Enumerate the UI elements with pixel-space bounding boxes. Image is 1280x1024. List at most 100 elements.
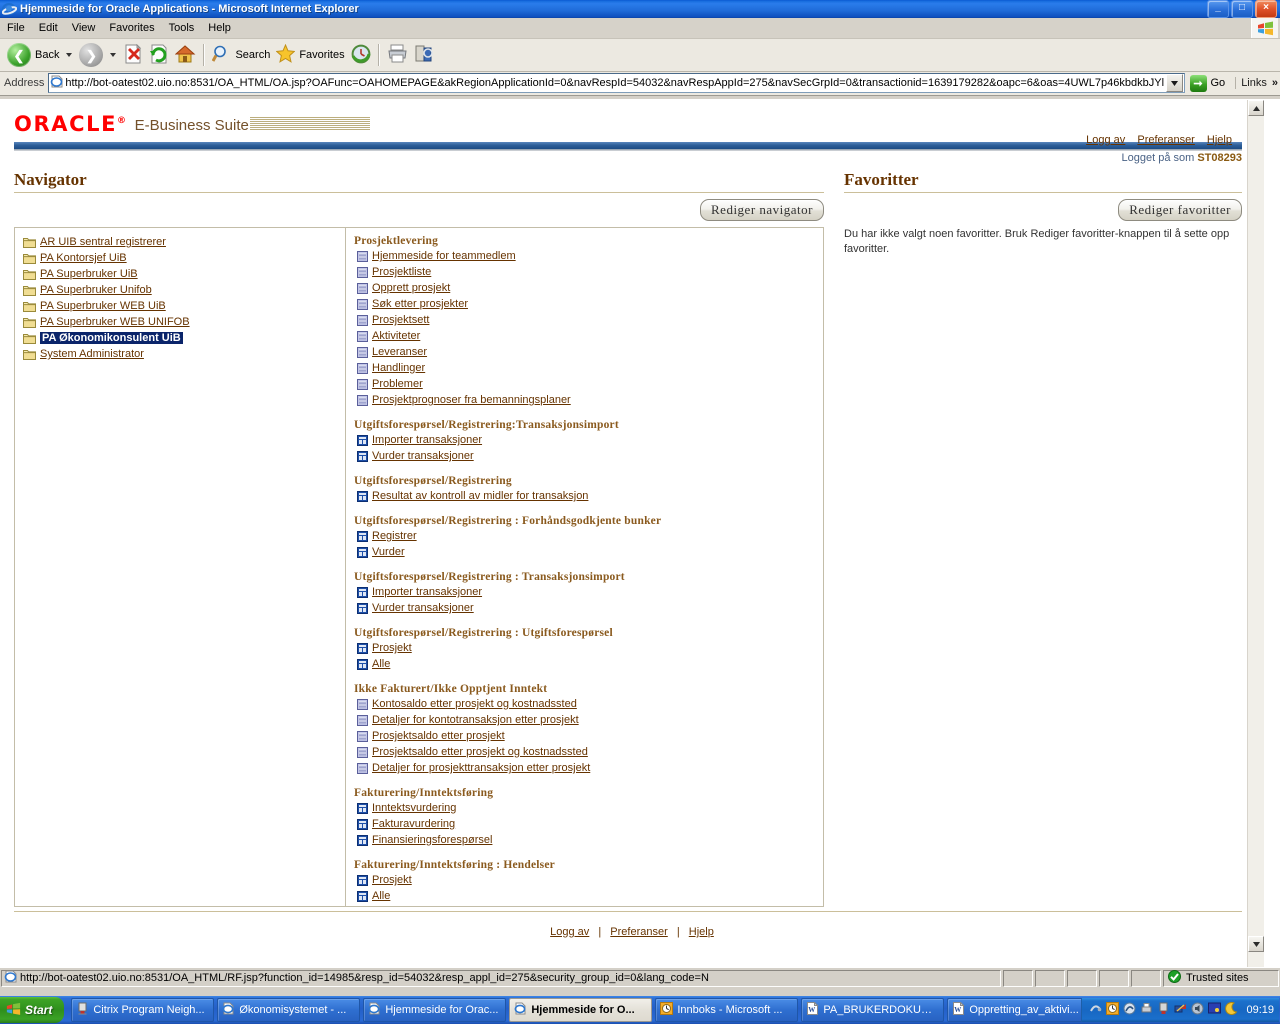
function-link[interactable]: Leveranser — [372, 346, 427, 358]
stop-button[interactable] — [120, 42, 146, 68]
tray-printer-icon[interactable] — [1140, 1002, 1153, 1018]
function-link[interactable]: Fakturavurdering — [372, 818, 455, 830]
go-button[interactable]: ➞ Go — [1188, 73, 1230, 93]
function-link[interactable]: Problemer — [372, 378, 423, 390]
function-link-row[interactable]: Registrer — [352, 528, 823, 544]
edit-favorites-button[interactable]: Rediger favoritter — [1118, 199, 1242, 221]
responsibility-item[interactable]: AR UIB sentral registrerer — [23, 234, 345, 250]
function-link[interactable]: Inntektsvurdering — [372, 802, 456, 814]
function-link[interactable]: Søk etter prosjekter — [372, 298, 468, 310]
function-link[interactable]: Detaljer for kontotransaksjon etter pros… — [372, 714, 579, 726]
function-link[interactable]: Prosjektliste — [372, 266, 431, 278]
tray-display-icon[interactable] — [1208, 1002, 1222, 1018]
address-input[interactable]: http://bot-oatest02.uio.no:8531/OA_HTML/… — [48, 73, 1185, 93]
tray-connection-icon[interactable] — [1089, 1002, 1102, 1018]
search-button[interactable]: Search — [209, 42, 273, 68]
tray-antivirus-icon[interactable] — [1123, 1002, 1136, 1018]
responsibility-item[interactable]: PA Kontorsjef UiB — [23, 250, 345, 266]
function-link[interactable]: Vurder transaksjoner — [372, 450, 474, 462]
function-link[interactable]: Resultat av kontroll av midler for trans… — [372, 490, 588, 502]
taskbar-button[interactable]: Hjemmeside for O... — [509, 998, 653, 1022]
responsibility-label[interactable]: PA Superbruker WEB UiB — [40, 300, 166, 312]
function-link-row[interactable]: Aktiviteter — [352, 328, 823, 344]
menu-favorites[interactable]: Favorites — [102, 20, 161, 36]
taskbar-button[interactable]: Hjemmeside for Orac... — [363, 998, 507, 1022]
function-link[interactable]: Prosjekt — [372, 874, 412, 886]
back-history-chevron-down-icon[interactable] — [66, 53, 73, 57]
function-link[interactable]: Registrer — [372, 530, 417, 542]
function-link-row[interactable]: Prosjektliste — [352, 264, 823, 280]
close-button[interactable]: × — [1255, 0, 1277, 18]
function-link-row[interactable]: Problemer — [352, 376, 823, 392]
footer-link-logout[interactable]: Logg av — [550, 926, 589, 938]
function-link-row[interactable]: Kontosaldo etter prosjekt og kostnadsste… — [352, 696, 823, 712]
function-link-row[interactable]: Inntektsvurdering — [352, 800, 823, 816]
function-link-row[interactable]: Importer transaksjoner — [352, 584, 823, 600]
tray-clock-icon[interactable] — [1106, 1002, 1120, 1018]
function-link[interactable]: Alle — [372, 658, 390, 670]
function-link-row[interactable]: Detaljer for kontotransaksjon etter pros… — [352, 712, 823, 728]
address-chevron-down-icon[interactable] — [1165, 74, 1183, 92]
function-link-row[interactable]: Alle — [352, 888, 823, 904]
forward-history-chevron-down-icon[interactable] — [110, 53, 117, 57]
responsibility-item[interactable]: System Administrator — [23, 346, 345, 362]
function-link[interactable]: Prosjektsaldo etter prosjekt — [372, 730, 505, 742]
responsibility-label[interactable]: PA Superbruker Unifob — [40, 284, 152, 296]
menu-help[interactable]: Help — [201, 20, 238, 36]
function-link-row[interactable]: Importer transaksjoner — [352, 432, 823, 448]
function-link-row[interactable]: Detaljer for prosjekttransaksjon etter p… — [352, 760, 823, 776]
responsibility-item[interactable]: PA Superbruker Unifob — [23, 282, 345, 298]
responsibility-label[interactable]: PA Superbruker UiB — [40, 268, 138, 280]
function-link[interactable]: Aktiviteter — [372, 330, 420, 342]
tray-network-icon[interactable] — [1174, 1002, 1187, 1018]
scroll-up-button[interactable] — [1248, 100, 1264, 116]
function-link[interactable]: Hjemmeside for teammedlem — [372, 250, 516, 262]
print-button[interactable] — [384, 42, 411, 68]
scroll-track[interactable] — [1248, 116, 1264, 936]
footer-link-preferences[interactable]: Preferanser — [610, 926, 667, 938]
responsibility-item[interactable]: PA Superbruker UiB — [23, 266, 345, 282]
function-link-row[interactable]: Prosjekt — [352, 872, 823, 888]
function-link[interactable]: Alle — [372, 890, 390, 902]
function-link-row[interactable]: Finansieringsforespørsel — [352, 832, 823, 848]
function-link[interactable]: Kontosaldo etter prosjekt og kostnadsste… — [372, 698, 577, 710]
taskbar-button[interactable]: Innboks - Microsoft ... — [655, 998, 799, 1022]
function-link[interactable]: Importer transaksjoner — [372, 586, 482, 598]
function-link-row[interactable]: Prosjektsaldo etter prosjekt — [352, 728, 823, 744]
function-link[interactable]: Handlinger — [372, 362, 425, 374]
edit-navigator-button[interactable]: Rediger navigator — [700, 199, 824, 221]
function-link-row[interactable]: Søk etter prosjekter — [352, 296, 823, 312]
maximize-button[interactable]: □ — [1231, 0, 1253, 18]
function-link-row[interactable]: Resultat av kontroll av midler for trans… — [352, 488, 823, 504]
menu-view[interactable]: View — [65, 20, 103, 36]
function-link[interactable]: Prosjektsett — [372, 314, 429, 326]
function-link[interactable]: Prosjektprognoser fra bemanningsplaner — [372, 394, 571, 406]
footer-link-help[interactable]: Hjelp — [689, 926, 714, 938]
function-link-row[interactable]: Handlinger — [352, 360, 823, 376]
tray-citrix-icon[interactable] — [1157, 1002, 1170, 1018]
menu-file[interactable]: File — [0, 20, 32, 36]
page-vertical-scrollbar[interactable] — [1247, 100, 1264, 967]
function-link[interactable]: Prosjektsaldo etter prosjekt og kostnads… — [372, 746, 588, 758]
function-link[interactable]: Detaljer for prosjekttransaksjon etter p… — [372, 762, 590, 774]
function-link-row[interactable]: Vurder transaksjoner — [352, 600, 823, 616]
tray-moon-icon[interactable] — [1225, 1002, 1238, 1018]
function-link[interactable]: Vurder — [372, 546, 405, 558]
responsibility-label[interactable]: PA Økonomikonsulent UiB — [40, 332, 183, 344]
function-link-row[interactable]: Vurder — [352, 544, 823, 560]
responsibility-item[interactable]: PA Superbruker WEB UiB — [23, 298, 345, 314]
start-button[interactable]: Start — [0, 997, 65, 1023]
function-link-row[interactable]: Hjemmeside for teammedlem — [352, 248, 823, 264]
function-link-row[interactable]: Leveranser — [352, 344, 823, 360]
taskbar-button[interactable]: W Oppretting_av_aktivi... — [947, 998, 1082, 1022]
function-link-row[interactable]: Fakturavurdering — [352, 816, 823, 832]
scroll-down-button[interactable] — [1248, 936, 1264, 952]
function-link-row[interactable]: Prosjektprognoser fra bemanningsplaner — [352, 392, 823, 408]
responsibility-item[interactable]: PA Økonomikonsulent UiB — [23, 330, 345, 346]
edit-button[interactable] — [411, 42, 438, 68]
menu-tools[interactable]: Tools — [162, 20, 202, 36]
responsibility-label[interactable]: System Administrator — [40, 348, 144, 360]
responsibility-label[interactable]: AR UIB sentral registrerer — [40, 236, 166, 248]
taskbar-button[interactable]: Citrix Program Neigh... — [71, 998, 215, 1022]
taskbar-clock[interactable]: 09:19 — [1246, 1004, 1274, 1016]
